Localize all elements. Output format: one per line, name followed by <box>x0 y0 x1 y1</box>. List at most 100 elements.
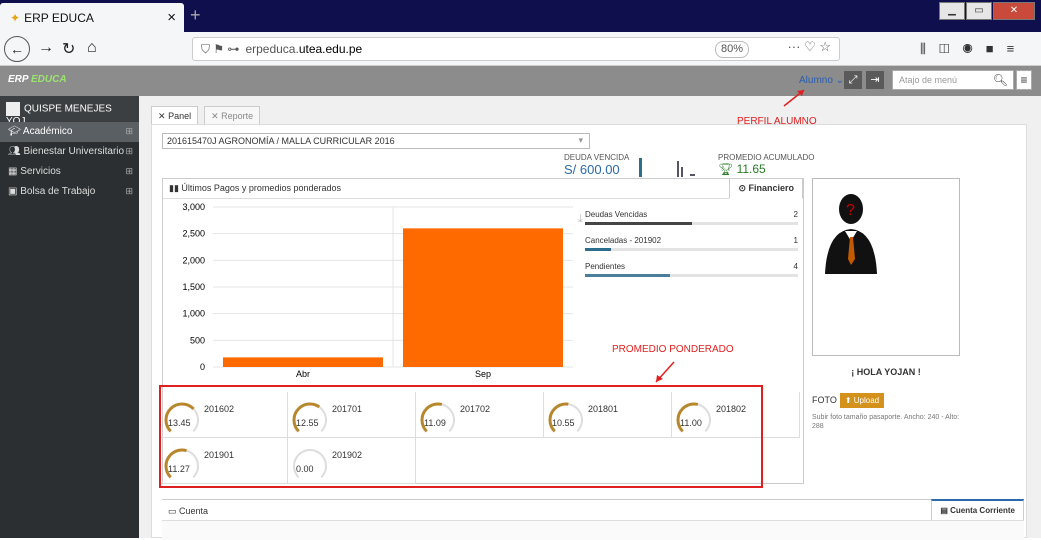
download-icon[interactable]: ⤓ <box>578 213 583 226</box>
stat-row: Deudas Vencidas 2 <box>585 210 798 236</box>
y-tick-label: 500 <box>190 335 205 345</box>
stat-count: 2 <box>793 210 798 219</box>
stat-track <box>585 222 798 225</box>
stat-fill <box>585 274 671 277</box>
expand-icon: ⊞ <box>125 186 133 196</box>
stat-label: Pendientes <box>585 262 626 271</box>
sidebar-item-academico[interactable]: 🎓︎ Académico ⊞ <box>0 122 139 142</box>
role-dropdown[interactable]: Alumno ⌄ <box>799 75 844 86</box>
close-tab-icon[interactable]: × <box>167 9 176 26</box>
bar-sep[interactable] <box>403 228 563 367</box>
menu-icon[interactable]: ≡ <box>1016 70 1032 90</box>
cuenta-body <box>162 520 1024 540</box>
forward-icon[interactable]: → <box>38 39 54 57</box>
stat-row: Pendientes 4 <box>585 262 798 288</box>
bar-abr[interactable] <box>223 357 383 367</box>
promedio-mini-chart-bar <box>681 167 683 177</box>
expand-icon: ⊞ <box>125 166 133 176</box>
site-info-icon[interactable]: ⛉ ⚑ ⊶ <box>201 42 239 56</box>
deuda-vencida: DEUDA VENCIDA S/ 600.00 <box>564 153 630 177</box>
new-tab-icon[interactable]: + <box>190 5 201 26</box>
promedio-acumulado: PROMEDIO ACUMULADO 🏆︎ 11.65 <box>718 153 815 176</box>
minimize-button[interactable]: ▁ <box>939 2 965 20</box>
sidebar-item-bolsa[interactable]: ▣ Bolsa de Trabajo ⊞ <box>0 182 139 202</box>
search-icon[interactable]: 🔍︎ <box>993 73 1008 87</box>
stat-count: 4 <box>793 262 798 271</box>
site-favicon-icon: ✦ <box>10 11 21 25</box>
page-actions-icon[interactable]: ··· ♡ ☆ <box>787 39 831 55</box>
url-domain: utea.edu.pe <box>298 42 363 56</box>
upload-note: Subir foto tamaño pasaporte. Ancho: 240 … <box>812 414 960 430</box>
y-tick-label: 0 <box>200 362 205 372</box>
upload-icon: ⬆ <box>844 396 854 405</box>
y-tick-label: 2,000 <box>182 255 205 265</box>
close-window-button[interactable]: ✕ <box>993 2 1035 20</box>
tab-financiero[interactable]: ⊙ Financiero <box>729 178 803 199</box>
annotation-perfil: PERFIL ALUMNO <box>737 116 817 127</box>
stat-fill <box>585 222 692 225</box>
bar-chart: 0 500 1,000 1,500 2,000 2,500 3,000 Abr Sep <box>182 202 573 379</box>
stat-label: Deudas Vencidas <box>585 210 648 219</box>
graduation-icon: 🎓︎ <box>8 126 23 137</box>
profile-photo: ? <box>812 178 960 356</box>
deuda-mini-bar <box>639 158 642 177</box>
tab-cuenta-corriente[interactable]: ▤ Cuenta Corriente <box>931 499 1024 521</box>
stat-count: 1 <box>793 236 798 245</box>
stat-label: Canceladas - 201902 <box>585 236 662 245</box>
clock-icon: ⊙ <box>738 183 749 193</box>
y-tick-label: 3,000 <box>182 202 205 212</box>
address-bar[interactable]: ⛉ ⚑ ⊶ erpeduca.utea.edu.pe 80% ··· ♡ ☆ <box>192 37 840 61</box>
expand-icon: ⊞ <box>125 126 133 136</box>
greeting: ¡ HOLA YOJAN ! <box>851 367 921 377</box>
reload-icon[interactable]: ↻ <box>62 39 75 59</box>
maximize-button[interactable]: ▭ <box>966 2 992 20</box>
promedio-mini-chart-icon <box>677 161 679 177</box>
payment-stats: Deudas Vencidas 2 Canceladas - 201902 1 Pend… <box>585 210 798 288</box>
trophy-icon: 🏆︎ <box>718 162 737 176</box>
photo-upload-row: FOTO ⬆ Upload <box>812 393 885 408</box>
career-select[interactable]: 201615470J AGRONOMÍA / MALLA CURRICULAR … <box>162 133 590 149</box>
annotation-promedio: PROMEDIO PONDERADO <box>612 344 734 355</box>
cuenta-section: ▭ Cuenta ▤ Cuenta Corriente <box>162 499 1024 540</box>
avatar <box>6 102 20 116</box>
window-controls: ▁ ▭ ✕ <box>939 2 1035 20</box>
y-tick-label: 1,000 <box>182 309 205 319</box>
sidebar-item-servicios[interactable]: ▦ Servicios ⊞ <box>0 162 139 182</box>
stat-row: Canceladas - 201902 1 <box>585 236 798 262</box>
close-icon[interactable]: ✕ <box>211 111 219 121</box>
upload-button[interactable]: ⬆ Upload <box>839 393 885 408</box>
logout-icon[interactable]: ⇥ <box>866 71 884 89</box>
x-tick-label: Abr <box>296 369 310 379</box>
sidebar: QUISPE MENEJES YOJ... 🎓︎ Académico⊞ 👥︎ B… <box>0 96 139 538</box>
chart-card-header: ▮▮ Últimos Pagos y promedios ponderados … <box>163 178 803 199</box>
y-tick-label: 2,500 <box>182 229 205 239</box>
app-logo[interactable]: ERP EDUCA <box>8 74 67 85</box>
url-host: erpeduca. <box>245 42 299 56</box>
back-icon[interactable]: ← <box>4 36 30 62</box>
expand-icon: ⊞ <box>125 146 133 156</box>
home-icon[interactable]: ⌂ <box>87 39 97 57</box>
browser-tab[interactable]: ✦ ERP EDUCA × <box>0 3 184 32</box>
card-icon: ▭ <box>168 506 180 516</box>
people-icon: 👥︎ <box>8 146 24 157</box>
bar-chart-icon: ▮▮ <box>169 183 182 193</box>
toolbar-icons[interactable]: ⫼◫◉■≡ <box>920 41 1027 57</box>
stat-track <box>585 274 798 277</box>
app-header: ERP EDUCA Alumno ⌄ ⤢ ⇥ Atajo de menú 🔍︎ ≡ <box>0 66 1041 96</box>
y-tick-label: 1,500 <box>182 282 205 292</box>
services-icon: ▦ <box>8 166 21 177</box>
avatar-placeholder-icon: ? <box>825 194 877 274</box>
user-menu[interactable]: QUISPE MENEJES YOJ... <box>0 96 139 127</box>
browser-nav-bar: ← → ↻ ⌂ ⛉ ⚑ ⊶ erpeduca.utea.edu.pe 80% ··… <box>0 32 1041 66</box>
briefcase-icon: ▣ <box>8 186 21 197</box>
annotation-box <box>159 385 763 488</box>
fullscreen-icon[interactable]: ⤢ <box>844 71 862 89</box>
annotation-arrow <box>655 361 675 383</box>
browser-tab-bar: ✦ ERP EDUCA × + ▁ ▭ ✕ <box>0 0 1041 32</box>
menu-search-input[interactable]: Atajo de menú 🔍︎ <box>892 70 1014 90</box>
close-icon[interactable]: ✕ <box>158 111 166 121</box>
x-tick-label: Sep <box>475 369 491 379</box>
sidebar-item-bienestar[interactable]: 👥︎ Bienestar Universitario ⊞ <box>0 142 139 162</box>
tab-title: ERP EDUCA <box>24 11 94 25</box>
zoom-level[interactable]: 80% <box>714 41 749 58</box>
